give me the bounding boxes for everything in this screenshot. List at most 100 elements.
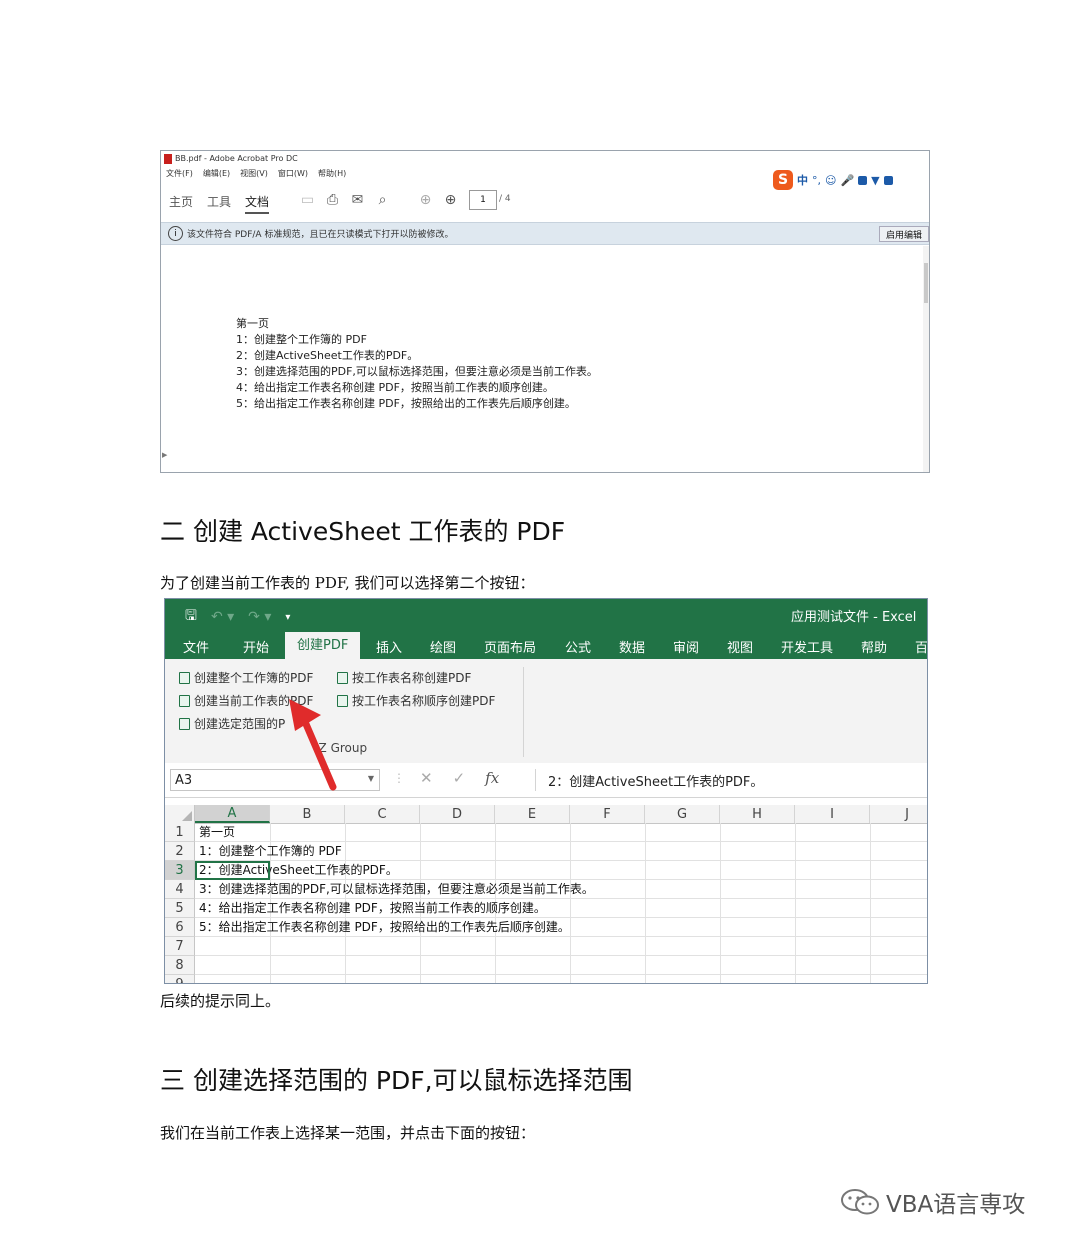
enter-icon[interactable]: ✓ — [453, 769, 466, 787]
tab-draw[interactable]: 绘图 — [430, 637, 456, 656]
create-selection-pdf-button[interactable]: 创建选定范围的P — [179, 715, 285, 732]
column-header-g[interactable]: G — [645, 805, 720, 823]
column-header-e[interactable]: E — [495, 805, 570, 823]
column-header-a[interactable]: A — [195, 805, 270, 823]
tab-data[interactable]: 数据 — [619, 637, 645, 656]
chevron-down-icon[interactable]: ▼ — [368, 774, 374, 783]
keyboard-icon[interactable] — [858, 175, 868, 185]
undo-icon[interactable]: ↶ ▾ — [211, 609, 234, 625]
tab-page-layout[interactable]: 页面布局 — [484, 637, 536, 656]
row-header[interactable]: 2 — [165, 842, 195, 861]
pdfa-info-bar: i 该文件符合 PDF/A 标准规范，且已在只读模式下打开以防被修改。 启用编辑 — [161, 222, 929, 245]
wechat-icon — [841, 1189, 879, 1215]
ime-mode-label[interactable]: 中 — [797, 172, 808, 188]
emoji-icon[interactable]: ☺ — [825, 174, 836, 187]
pdf-line: 5：给出指定工作表名称创建 PDF，按照给出的工作表先后顺序创建。 — [236, 397, 576, 410]
pdf-page-content: 第一页 1：创建整个工作簿的 PDF 2：创建ActiveSheet工作表的PD… — [236, 316, 598, 412]
column-header-h[interactable]: H — [720, 805, 795, 823]
page-total: / 4 — [499, 194, 511, 204]
drag-handle-icon[interactable]: ⋮ — [393, 771, 405, 785]
cell-a2[interactable]: 1：创建整个工作簿的 PDF — [199, 842, 342, 861]
mail-icon[interactable]: ✉ — [349, 191, 366, 208]
row-header[interactable]: 5 — [165, 899, 195, 918]
tab-document[interactable]: 文档 — [245, 193, 270, 214]
menu-view[interactable]: 视图(V) — [240, 168, 268, 179]
section-2-after: 后续的提示同上。 — [160, 992, 281, 1010]
pdf-file-icon — [164, 154, 172, 164]
row-header[interactable]: 8 — [165, 956, 195, 975]
menu-file[interactable]: 文件(F) — [166, 168, 193, 179]
table-row — [195, 823, 927, 842]
page-down-icon[interactable]: ⊕ — [442, 191, 459, 208]
button-label: 按工作表名称创建PDF — [352, 671, 472, 685]
row-header[interactable]: 3 — [165, 861, 195, 880]
tab-home[interactable]: 主页 — [169, 193, 193, 214]
tab-formulas[interactable]: 公式 — [565, 637, 591, 656]
tab-insert[interactable]: 插入 — [376, 637, 402, 656]
column-header-i[interactable]: I — [795, 805, 870, 823]
section-3-intro: 我们在当前工作表上选择某一范围，并点击下面的按钮： — [160, 1124, 536, 1142]
pdf-button-icon — [337, 671, 348, 684]
acrobat-window-title: BB.pdf - Adobe Acrobat Pro DC — [175, 154, 298, 163]
active-cell-outline — [195, 861, 270, 880]
cell-a1[interactable]: 第一页 — [199, 823, 235, 842]
menu-edit[interactable]: 编辑(E) — [203, 168, 230, 179]
menu-window[interactable]: 窗口(W) — [278, 168, 308, 179]
ribbon-separator — [523, 667, 524, 757]
row-header[interactable]: 7 — [165, 937, 195, 956]
enable-editing-button[interactable]: 启用编辑 — [879, 226, 929, 242]
select-all-button[interactable] — [165, 805, 195, 823]
row-header[interactable]: 4 — [165, 880, 195, 899]
row-header[interactable]: 1 — [165, 823, 195, 842]
tab-create-pdf[interactable]: 创建PDF — [285, 632, 361, 659]
shirt-icon[interactable]: ▼ — [871, 174, 879, 187]
customize-qat-icon[interactable]: ▾ — [285, 612, 290, 623]
column-header-b[interactable]: B — [270, 805, 345, 823]
pdf-button-icon — [179, 694, 190, 707]
cell-a6[interactable]: 5：给出指定工作表名称创建 PDF，按照给出的工作表先后顺序创建。 — [199, 918, 570, 937]
tab-more[interactable]: 百 — [915, 637, 927, 656]
table-row — [195, 956, 927, 975]
excel-screenshot: 🖫 ↶ ▾ ↷ ▾ ▾ 应用测试文件 - Excel 文件 开始 创建PDF 插… — [164, 598, 928, 984]
microphone-icon[interactable]: 🎤 — [840, 174, 854, 187]
row-header[interactable]: 9 — [165, 975, 195, 983]
pdf-button-icon — [179, 671, 190, 684]
row-header[interactable]: 6 — [165, 918, 195, 937]
tab-home[interactable]: 开始 — [243, 637, 269, 656]
punctuation-icon[interactable]: °, — [812, 174, 821, 187]
tab-developer[interactable]: 开发工具 — [781, 637, 833, 656]
formula-input[interactable]: 2：创建ActiveSheet工作表的PDF。 — [535, 769, 927, 791]
section-2-heading: 二 创建 ActiveSheet 工作表的 PDF — [160, 517, 566, 546]
table-row — [195, 937, 927, 956]
search-icon[interactable]: ⌕ — [374, 191, 391, 208]
create-workbook-pdf-button[interactable]: 创建整个工作簿的PDF — [179, 669, 313, 686]
print-icon[interactable]: ⎙ — [324, 191, 341, 208]
acrobat-scroll-thumb[interactable] — [924, 263, 928, 303]
redo-icon[interactable]: ↷ ▾ — [248, 609, 271, 625]
column-header-j[interactable]: J — [870, 805, 927, 823]
tab-file[interactable]: 文件 — [183, 637, 209, 656]
cell-a5[interactable]: 4：给出指定工作表名称创建 PDF，按照当前工作表的顺序创建。 — [199, 899, 546, 918]
insert-function-icon[interactable]: fx — [485, 769, 499, 787]
acrobat-screenshot: BB.pdf - Adobe Acrobat Pro DC 文件(F) 编辑(E… — [160, 150, 930, 473]
grid-icon[interactable] — [883, 175, 893, 185]
panel-expand-icon[interactable]: ▶ — [162, 451, 167, 459]
menu-help[interactable]: 帮助(H) — [318, 168, 346, 179]
page-number-input[interactable]: 1 — [469, 190, 497, 210]
cell-a4[interactable]: 3：创建选择范围的PDF,可以鼠标选择范围，但要注意必须是当前工作表。 — [199, 880, 594, 899]
column-header-d[interactable]: D — [420, 805, 495, 823]
create-pdf-by-sheet-name-button[interactable]: 按工作表名称创建PDF — [337, 669, 471, 686]
save-icon[interactable]: 🖫 — [185, 605, 197, 629]
ime-toolbar[interactable]: S 中 °, ☺ 🎤 ▼ — [773, 170, 893, 190]
pdfa-info-message: 该文件符合 PDF/A 标准规范，且已在只读模式下打开以防被修改。 — [187, 230, 454, 240]
tab-view[interactable]: 视图 — [727, 637, 753, 656]
tab-help[interactable]: 帮助 — [861, 637, 887, 656]
page-up-icon[interactable]: ⊕ — [417, 191, 434, 208]
save-icon[interactable]: ▭ — [299, 191, 316, 208]
cancel-icon[interactable]: ✕ — [420, 769, 433, 787]
tab-review[interactable]: 审阅 — [673, 637, 699, 656]
column-header-c[interactable]: C — [345, 805, 420, 823]
tab-tools[interactable]: 工具 — [207, 193, 231, 214]
pdf-line: 4：给出指定工作表名称创建 PDF，按照当前工作表的顺序创建。 — [236, 381, 554, 394]
column-header-f[interactable]: F — [570, 805, 645, 823]
